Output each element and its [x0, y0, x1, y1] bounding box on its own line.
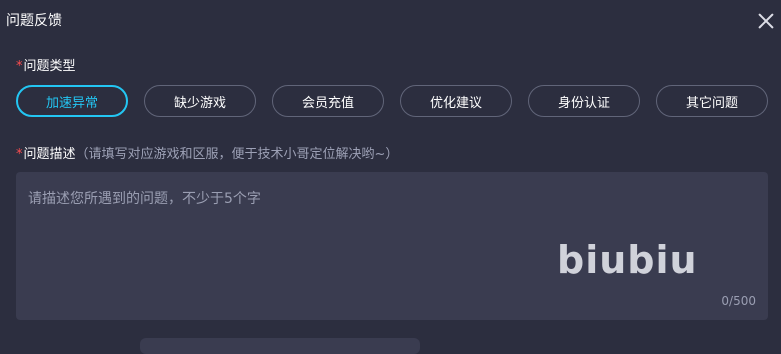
type-option-vip-recharge[interactable]: 会员充值	[272, 85, 384, 117]
dialog-title: 问题反馈	[6, 13, 62, 29]
problem-description-label-text: 问题描述	[23, 147, 76, 162]
type-option-speed-abnormal[interactable]: 加速异常	[16, 85, 128, 117]
problem-type-options: 加速异常 缺少游戏 会员充值 优化建议 身份认证 其它问题	[16, 85, 768, 117]
type-option-other[interactable]: 其它问题	[656, 85, 768, 117]
description-placeholder: 请描述您所遇到的问题，不少于5个字	[28, 191, 261, 207]
problem-type-label-text: 问题类型	[23, 59, 76, 74]
dialog-titlebar: 问题反馈	[0, 0, 781, 40]
problem-description-label: *问题描述（请填写对应游戏和区服，便于技术小哥定位解决哟~）	[16, 143, 398, 162]
character-counter: 0/500	[721, 294, 756, 308]
submit-button-partial[interactable]	[140, 338, 420, 354]
problem-type-label: *问题类型	[16, 55, 76, 74]
problem-description-input[interactable]: 请描述您所遇到的问题，不少于5个字 biubiu 0/500	[16, 172, 768, 320]
close-icon[interactable]	[757, 12, 775, 30]
type-option-missing-game[interactable]: 缺少游戏	[144, 85, 256, 117]
problem-description-hint: （请填写对应游戏和区服，便于技术小哥定位解决哟~）	[75, 147, 399, 162]
type-option-identity-verification[interactable]: 身份认证	[528, 85, 640, 117]
required-mark: *	[16, 59, 23, 74]
required-mark: *	[16, 147, 23, 162]
biubiu-watermark-logo: biubiu	[557, 238, 698, 282]
type-option-suggestion[interactable]: 优化建议	[400, 85, 512, 117]
